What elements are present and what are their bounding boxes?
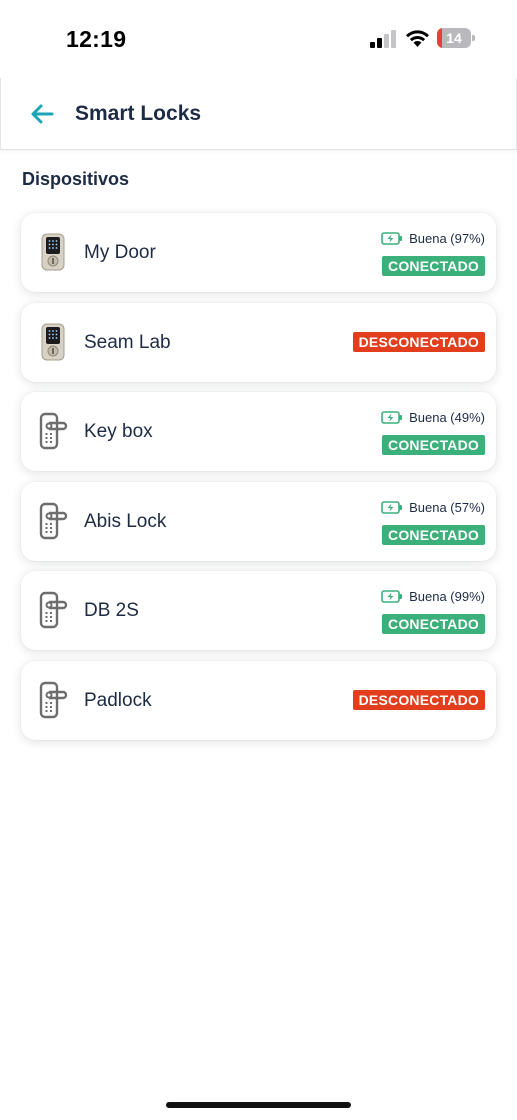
device-name: Abis Lock <box>84 510 167 532</box>
section-title: Dispositivos <box>22 169 130 189</box>
device-name: DB 2S <box>84 600 139 621</box>
battery-charging-icon <box>381 411 403 424</box>
lever-lock-icon <box>38 591 68 629</box>
device-card-db-2s[interactable]: DB 2S Buena (99%) CONECTADO <box>21 571 496 650</box>
battery-charging-icon <box>381 232 403 245</box>
battery-charging-icon <box>381 590 403 603</box>
connection-status-badge: CONECTADO <box>382 524 485 545</box>
cellular-signal-icon <box>370 30 396 48</box>
battery-status: Buena (57%) <box>381 500 485 515</box>
connection-status-badge: CONECTADO <box>382 614 485 634</box>
battery-status: Buena (99%) <box>381 589 485 604</box>
battery-percentage: 14 <box>446 30 462 46</box>
status-bar: 12:19 14 <box>0 0 517 78</box>
lever-lock-icon <box>38 681 68 719</box>
keypad-deadbolt-icon <box>38 323 68 361</box>
device-name: Seam Lab <box>84 331 171 353</box>
battery-status: Buena (49%) <box>381 410 485 425</box>
device-card-key-box[interactable]: Key box Buena (49%) CONECTADO <box>21 392 496 471</box>
connection-status-badge: DESCONECTADO <box>352 331 485 352</box>
keypad-deadbolt-icon <box>38 233 68 271</box>
connection-status-badge: DESCONECTADO <box>352 689 485 710</box>
battery-label: Buena (97%) <box>409 231 485 246</box>
device-name: Key box <box>84 421 153 442</box>
connection-status-badge: CONECTADO <box>382 435 485 455</box>
device-card-seam-lab[interactable]: Seam Lab DESCONECTADO <box>21 302 496 382</box>
status-time: 12:19 <box>66 26 127 52</box>
arrow-left-icon[interactable] <box>28 100 58 128</box>
battery-label: Buena (49%) <box>409 410 485 425</box>
wifi-icon <box>406 30 429 47</box>
page-title: Smart Locks <box>75 102 202 125</box>
device-card-abis-lock[interactable]: Abis Lock Buena (57%) CONECTADO <box>21 481 496 561</box>
battery-charging-icon <box>381 500 403 514</box>
device-list: My Door Buena (97%) CONECTADO Seam Lab D… <box>21 213 496 750</box>
battery-label: Buena (57%) <box>409 499 485 515</box>
home-indicator[interactable] <box>166 1102 351 1108</box>
header-border-left <box>0 78 1 150</box>
screen: 12:19 14 Smart Locks Dispositivos My Doo… <box>0 0 517 1120</box>
device-card-my-door[interactable]: My Door Buena (97%) CONECTADO <box>21 213 496 292</box>
battery-label: Buena (99%) <box>409 589 485 604</box>
connection-status-badge: CONECTADO <box>382 256 485 276</box>
device-card-padlock[interactable]: Padlock DESCONECTADO <box>21 660 496 740</box>
device-name: Padlock <box>84 689 152 711</box>
device-name: My Door <box>84 242 156 263</box>
battery-status: Buena (97%) <box>381 231 485 246</box>
lever-lock-icon <box>38 412 68 450</box>
app-header: Smart Locks <box>0 78 517 150</box>
lever-lock-icon <box>38 502 68 540</box>
battery-indicator: 14 <box>437 28 475 48</box>
